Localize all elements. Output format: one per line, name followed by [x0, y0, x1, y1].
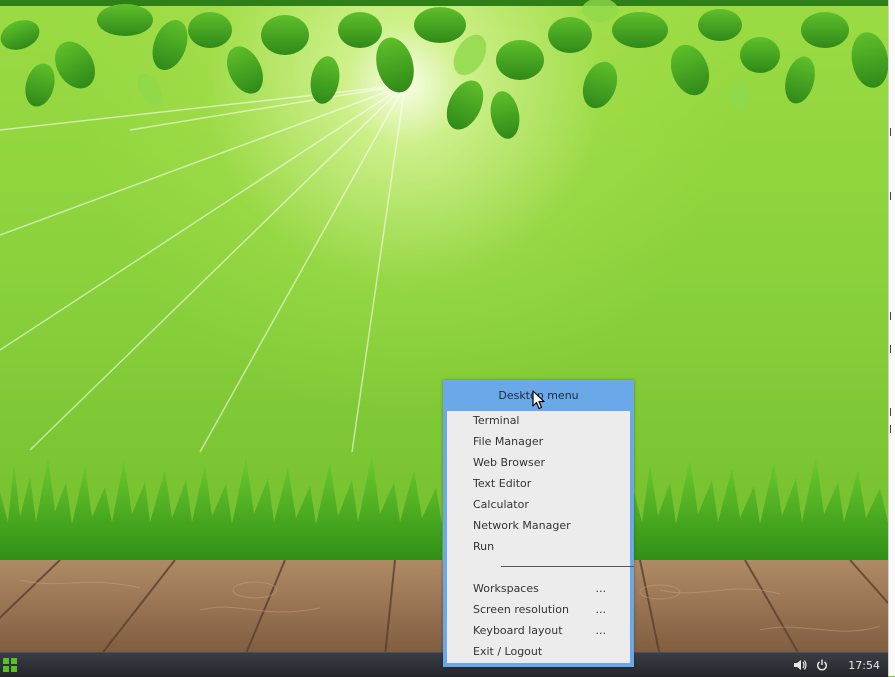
menu-item-terminal[interactable]: Terminal	[473, 410, 606, 431]
menu-item-exit-logout[interactable]: Exit / Logout	[473, 641, 606, 662]
leaves-decoration	[0, 0, 895, 139]
menu-item-calculator[interactable]: Calculator	[473, 494, 606, 515]
menu-item-keyboard-layout[interactable]: Keyboard layout ...	[473, 620, 606, 641]
menu-title: Desktop menu	[498, 389, 579, 402]
menu-item-label: Run	[473, 540, 495, 553]
menu-item-label: Network Manager	[473, 519, 571, 532]
menu-item-label: File Manager	[473, 435, 544, 448]
window-edge	[888, 0, 895, 676]
menu-item-screen-resolution[interactable]: Screen resolution ...	[473, 599, 606, 620]
menu-item-label: Workspaces	[473, 582, 539, 595]
menu-item-label: Text Editor	[473, 477, 532, 490]
menu-body: Terminal File Manager Web Browser Text E…	[447, 410, 634, 663]
menu-item-network-manager[interactable]: Network Manager	[473, 515, 606, 536]
submenu-indicator: ...	[595, 603, 607, 616]
submenu-indicator: ...	[595, 624, 607, 637]
menu-item-label: Exit / Logout	[473, 645, 543, 658]
volume-icon[interactable]	[792, 657, 808, 673]
submenu-indicator: ...	[595, 582, 607, 595]
menu-item-label: Terminal	[473, 414, 520, 427]
menu-item-text-editor[interactable]: Text Editor	[473, 473, 606, 494]
menu-item-workspaces[interactable]: Workspaces ...	[473, 578, 606, 599]
menu-item-file-manager[interactable]: File Manager	[473, 431, 606, 452]
clock[interactable]: 17:54	[848, 659, 880, 672]
menu-item-web-browser[interactable]: Web Browser	[473, 452, 606, 473]
menu-item-label: Screen resolution	[473, 603, 569, 616]
menu-item-run[interactable]: Run	[473, 536, 606, 557]
power-icon[interactable]	[814, 657, 830, 673]
menu-item-label: Web Browser	[473, 456, 546, 469]
system-tray: 17:54	[792, 653, 880, 677]
start-menu-button[interactable]	[3, 657, 19, 673]
menu-item-label: Keyboard layout	[473, 624, 563, 637]
desktop-menu: Desktop menu Terminal File Manager Web B…	[443, 380, 634, 667]
menu-item-label: Calculator	[473, 498, 529, 511]
menu-separator	[501, 566, 634, 567]
